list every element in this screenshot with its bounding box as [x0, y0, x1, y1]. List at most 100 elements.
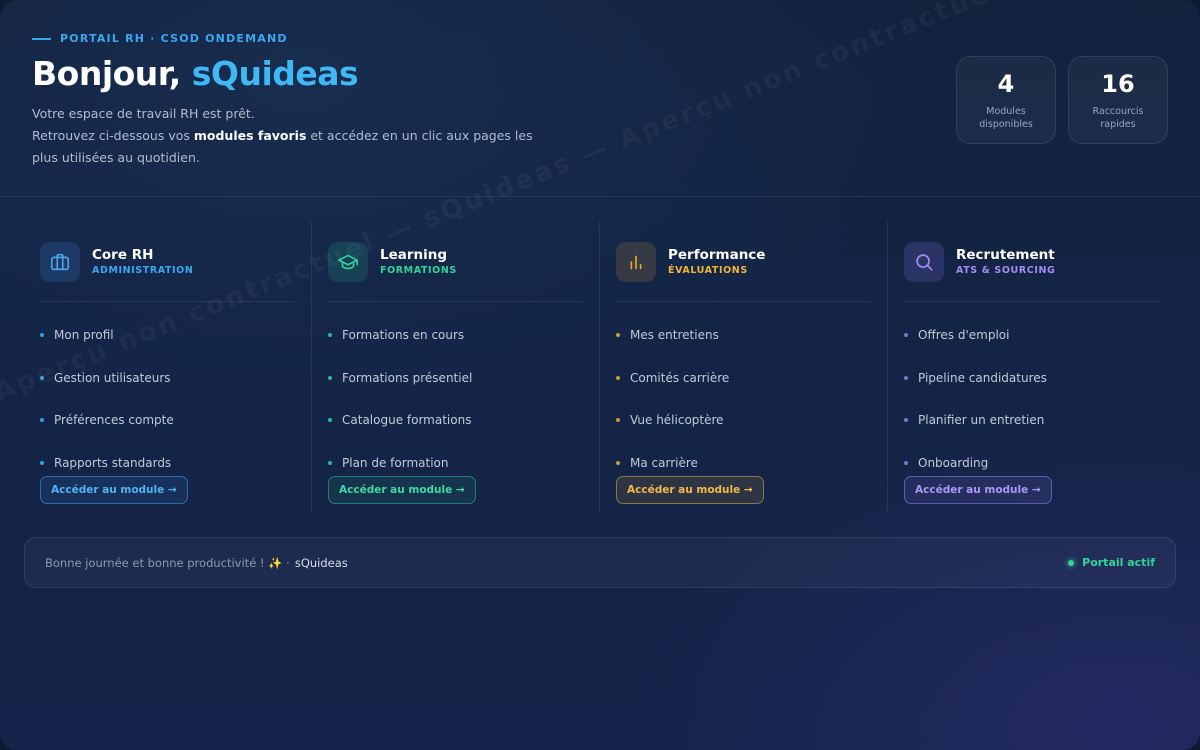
bullet-dot: [904, 333, 908, 338]
footer-bar: Bonne journée et bonne productivité ! ✨ …: [24, 537, 1176, 588]
module-subtitle: ADMINISTRATION: [92, 265, 194, 276]
stat-shortcuts-label: Raccourcis rapides: [1092, 106, 1144, 130]
intro-line-1: Votre espace de travail RH est prêt.: [32, 106, 255, 121]
module-links: Formations en cours Formations présentie…: [328, 314, 583, 484]
graduation-cap-icon: [328, 242, 368, 282]
module-link-label: Onboarding: [918, 456, 989, 471]
bullet-dot: [40, 375, 44, 380]
bullet-dot: [328, 418, 332, 423]
module-link-label: Mes entretiens: [630, 328, 719, 343]
module-subtitle: ÉVALUATIONS: [668, 265, 748, 276]
module-link-label: Comités carrière: [630, 370, 730, 385]
module-link-label: Planifier un entretien: [918, 413, 1045, 428]
stats-group: 4 Modules disponibles 16 Raccourcis rapide…: [956, 56, 1168, 144]
stat-shortcuts: 16 Raccourcis rapides: [1068, 56, 1168, 144]
bullet-dot: [616, 418, 620, 423]
eyebrow-line: [32, 37, 51, 40]
module-recrutement: Recrutement ATS & SOURCING Offres d'empl…: [888, 221, 1176, 513]
bullet-dot: [40, 461, 44, 466]
intro-text: Votre espace de travail RH est prêt. Ret…: [32, 103, 552, 169]
module-link[interactable]: Gestion utilisateurs: [40, 357, 295, 400]
module-link-label: Formations présentiel: [342, 370, 473, 385]
intro-highlight: modules favoris: [193, 128, 307, 143]
status-label: Portail actif: [1082, 556, 1155, 569]
module-link[interactable]: Formations en cours: [328, 314, 583, 357]
module-link-label: Pipeline candidatures: [918, 370, 1047, 385]
module-link[interactable]: Offres d'emploi: [904, 314, 1160, 357]
bullet-dot: [904, 418, 908, 423]
module-link[interactable]: Pipeline candidatures: [904, 357, 1160, 400]
bullet-dot: [904, 375, 908, 380]
module-link[interactable]: Catalogue formations: [328, 399, 583, 442]
eyebrow: PORTAIL RH · CSOD ONDEMAND: [32, 32, 288, 45]
open-module-button[interactable]: Accéder au module →: [40, 476, 188, 504]
bullet-dot: [616, 333, 620, 338]
module-link[interactable]: Vue hélicoptère: [616, 399, 871, 442]
module-link-label: Gestion utilisateurs: [54, 370, 171, 385]
module-link[interactable]: Formations présentiel: [328, 357, 583, 400]
footer-signature: sQuideas: [294, 555, 348, 570]
footer-text: Bonne journée et bonne productivité ! ✨ …: [45, 555, 290, 570]
bullet-dot: [328, 375, 332, 380]
bullet-dot: [616, 375, 620, 380]
module-link-label: Plan de formation: [342, 456, 449, 471]
intro-line-2-start: Retrouvez ci-dessous vos: [32, 128, 194, 143]
bullet-dot: [616, 461, 620, 466]
module-link[interactable]: Préférences compte: [40, 399, 295, 442]
bullet-dot: [40, 418, 44, 423]
module-subtitle: ATS & SOURCING: [956, 265, 1056, 276]
open-module-button[interactable]: Accéder au module →: [328, 476, 476, 504]
module-links: Mon profil Gestion utilisateurs Préféren…: [40, 314, 295, 484]
portal-frame: PORTAIL RH · CSOD ONDEMAND Bonjour, sQui…: [0, 0, 1200, 750]
module-link-label: Rapports standards: [54, 456, 172, 471]
bar-chart-icon: [616, 242, 656, 282]
module-link-label: Vue hélicoptère: [630, 413, 724, 428]
module-header: Core RH ADMINISTRATION: [40, 235, 295, 302]
modules-grid: Core RH ADMINISTRATION Mon profil Gestio…: [24, 221, 1176, 513]
module-link[interactable]: Planifier un entretien: [904, 399, 1160, 442]
stat-modules-label: Modules disponibles: [979, 106, 1033, 130]
user-name: sQuideas: [191, 54, 359, 93]
bullet-dot: [328, 333, 332, 338]
search-icon: [904, 242, 944, 282]
module-performance: Performance ÉVALUATIONS Mes entretiens C…: [600, 221, 888, 513]
module-core-rh: Core RH ADMINISTRATION Mon profil Gestio…: [24, 221, 312, 513]
eyebrow-label: PORTAIL RH · CSOD ONDEMAND: [60, 32, 288, 45]
briefcase-icon: [40, 242, 80, 282]
stat-shortcuts-value: 16: [1101, 70, 1135, 98]
footer-message: Bonne journée et bonne productivité ! ✨ …: [45, 556, 348, 570]
bullet-dot: [40, 333, 44, 338]
bullet-dot: [328, 461, 332, 466]
module-link-label: Mon profil: [54, 328, 114, 343]
module-link[interactable]: Comités carrière: [616, 357, 871, 400]
module-header: Recrutement ATS & SOURCING: [904, 235, 1160, 302]
module-title: Recrutement: [956, 247, 1055, 263]
stat-modules: 4 Modules disponibles: [956, 56, 1056, 144]
status-dot-icon: [1068, 559, 1075, 566]
module-learning: Learning FORMATIONS Formations en cours …: [312, 221, 600, 513]
page-title: Bonjour, sQuideas: [32, 54, 359, 93]
module-link[interactable]: Mon profil: [40, 314, 295, 357]
module-link-label: Formations en cours: [342, 328, 465, 343]
status-badge: Portail actif: [1068, 556, 1155, 569]
module-title: Core RH: [92, 247, 154, 263]
module-header: Performance ÉVALUATIONS: [616, 235, 871, 302]
module-link-label: Catalogue formations: [342, 413, 472, 428]
bullet-dot: [904, 461, 908, 466]
module-links: Mes entretiens Comités carrière Vue héli…: [616, 314, 871, 484]
module-title: Performance: [668, 247, 766, 263]
module-link-label: Ma carrière: [630, 456, 698, 471]
greeting: Bonjour,: [32, 54, 192, 93]
module-title: Learning: [380, 247, 448, 263]
intro-line-2: Retrouvez ci-dessous vos modules favoris…: [32, 125, 552, 169]
page-header: PORTAIL RH · CSOD ONDEMAND Bonjour, sQui…: [0, 0, 1200, 197]
module-link[interactable]: Mes entretiens: [616, 314, 871, 357]
stat-modules-value: 4: [997, 70, 1015, 98]
module-link-label: Préférences compte: [54, 413, 174, 428]
module-header: Learning FORMATIONS: [328, 235, 583, 302]
module-links: Offres d'emploi Pipeline candidatures Pl…: [904, 314, 1160, 484]
module-subtitle: FORMATIONS: [380, 265, 457, 276]
open-module-button[interactable]: Accéder au module →: [904, 476, 1052, 504]
open-module-button[interactable]: Accéder au module →: [616, 476, 764, 504]
module-link-label: Offres d'emploi: [918, 328, 1010, 343]
